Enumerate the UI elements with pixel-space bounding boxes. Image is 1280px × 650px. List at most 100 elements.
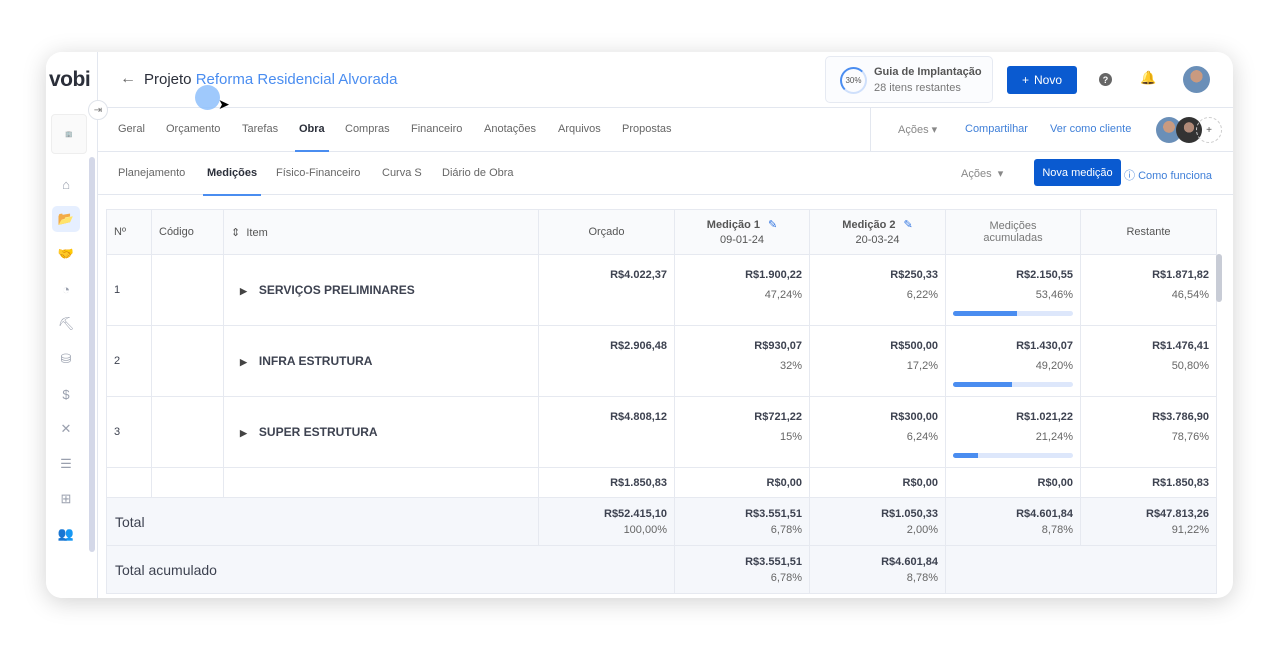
expand-caret-icon[interactable]: ▶ [240,428,247,438]
m2-date: 20-03-24 [855,234,900,246]
total-m2: R$1.050,33 2,00% [809,497,946,546]
team-icon[interactable]: 👥 [52,521,80,547]
total-acc: R$4.601,84 8,78% [945,497,1081,546]
m1-pct: 47,24% [764,289,802,301]
item-cell[interactable]: ▶ SUPER ESTRUTURA [223,396,539,468]
tab-compras[interactable]: Compras [345,123,390,135]
new-measurement-button[interactable]: Nova medição [1034,159,1121,186]
question-circle-icon: ⓘ [1124,170,1135,182]
add-member-icon[interactable]: + [1196,117,1222,143]
table-row[interactable]: 2 ▶ INFRA ESTRUTURA R$2.906,48 R$930,07 32%… [106,325,1217,397]
m2-cell: R$250,33 6,22% [809,254,946,326]
table-header: Nº Código ⇕ Item Orçado Medição 1 ✎ 09-01-… [106,209,1217,255]
apps-add-icon[interactable]: ⊞ [52,486,80,512]
project-name-link[interactable]: Reforma Residencial Alvorada [196,71,398,88]
tab-financeiro[interactable]: Financeiro [411,123,462,135]
subtab-curva-s[interactable]: Curva S [382,167,422,179]
guide-title: Guia de Implantação [874,66,982,78]
company-logo[interactable]: 🏢 [51,114,87,154]
m2-value: R$0,00 [809,467,946,498]
m2-cell: R$500,00 17,2% [809,325,946,397]
bell-icon[interactable]: 🔔 [1140,70,1156,86]
help-icon[interactable]: ? [1099,73,1112,86]
tab-anotacoes[interactable]: Anotações [484,123,536,135]
tab-arquivos[interactable]: Arquivos [558,123,601,135]
progress-fill [953,311,1018,316]
m1-value: R$930,07 [754,340,802,352]
item-name: SUPER ESTRUTURA [258,425,378,439]
actions-dropdown[interactable]: Ações ▾ [898,123,937,136]
edit-icon[interactable]: ✎ [903,219,912,231]
m1-pct: 32% [779,360,802,372]
acc-value: R$1.021,22 [1016,411,1073,423]
subtab-fisico-financeiro[interactable]: Físico-Financeiro [276,167,360,179]
subtab-planejamento[interactable]: Planejamento [118,167,185,179]
rest-pct: 78,76% [1171,431,1209,443]
tab-tarefas[interactable]: Tarefas [242,123,278,135]
tab-orcamento[interactable]: Orçamento [166,123,220,135]
how-it-works-link[interactable]: ⓘ Como funciona [1124,167,1212,183]
handshake-icon[interactable]: 🤝 [52,241,80,267]
user-avatar[interactable] [1183,66,1210,93]
budget-value: R$4.022,37 [610,269,667,281]
sidebar-scrollbar[interactable] [89,157,95,552]
progress-fill [953,382,1013,387]
total-label: Total [106,497,539,546]
implementation-guide[interactable]: 30% Guia de Implantação 28 itens restant… [825,56,993,103]
measurement-actions-dropdown[interactable]: Ações ▾ [961,167,1003,180]
folder-icon[interactable]: 📂 [52,206,80,232]
m1-date: 09-01-24 [719,234,765,246]
worker-icon[interactable]: ⛏ [52,311,80,337]
table-row[interactable]: 3 ▶ SUPER ESTRUTURA R$4.808,12 R$721,22 15%… [106,396,1217,468]
share-link[interactable]: Compartilhar [965,123,1028,135]
code-cell [151,325,224,397]
rest-pct: 50,80% [1171,360,1209,372]
col-code: Código [151,209,224,255]
dollar-icon[interactable]: $ [52,381,80,407]
total-budget: R$52.415,10 100,00% [538,497,675,546]
rest-cell: R$1.871,82 46,54% [1080,254,1217,326]
pct: 91,22% [1171,523,1209,536]
coins-icon[interactable]: ⛁ [52,346,80,372]
subtab-medicoes[interactable]: Medições [202,167,262,196]
tab-geral[interactable]: Geral [118,123,145,135]
page-title: Projeto Reforma Residencial Alvorada [144,71,397,88]
expand-collapse-icon[interactable]: ⇕ [231,227,240,239]
m1-cell: R$930,07 32% [674,325,810,397]
col-item[interactable]: ⇕ Item [223,209,539,255]
tab-obra[interactable]: Obra [295,123,329,152]
table-scrollbar[interactable] [1216,254,1222,302]
subtab-diario-obra[interactable]: Diário de Obra [442,167,514,179]
col-accumulated: Medições acumuladas [945,209,1081,255]
home-icon[interactable]: ⌂ [52,171,80,197]
new-button[interactable]: + Novo [1007,66,1077,94]
pct: 8,78% [1041,523,1073,536]
expand-caret-icon[interactable]: ▶ [240,286,247,296]
pct: 8,78% [906,571,938,584]
expand-sidebar-icon[interactable]: ⇥ [88,100,108,120]
caret-down-icon: ▾ [931,124,938,136]
cell [945,545,1217,594]
acc-pct: 21,24% [1035,431,1073,443]
m2-cell: R$300,00 6,24% [809,396,946,468]
acc-cell: R$2.150,55 53,46% [945,254,1081,326]
list-icon[interactable]: ☰ [52,451,80,477]
edit-icon[interactable]: ✎ [768,219,777,231]
expand-caret-icon[interactable]: ▶ [240,357,247,367]
tools-icon[interactable]: ✕ [52,416,80,442]
header: ← Projeto Reforma Residencial Alvorada 3… [98,52,1233,108]
item-cell[interactable]: ▶ SERVIÇOS PRELIMINARES [223,254,539,326]
value: R$47.813,26 [1146,507,1209,520]
back-arrow-icon[interactable]: ← [120,70,136,88]
budget-value: R$2.906,48 [610,340,667,352]
acc-pct: 53,46% [1035,289,1073,301]
actions-label: Ações [898,124,929,136]
m2-value: R$300,00 [890,411,938,423]
cell [106,467,152,498]
item-cell[interactable]: ▶ INFRA ESTRUTURA [223,325,539,397]
view-as-client-link[interactable]: Ver como cliente [1050,123,1131,135]
table-row[interactable]: 1 ▶ SERVIÇOS PRELIMINARES R$4.022,37 R$1.9… [106,254,1217,326]
budget-cell: R$2.906,48 [538,325,675,397]
tab-propostas[interactable]: Propostas [622,123,672,135]
gauge-icon[interactable]: ◔ [52,276,80,302]
